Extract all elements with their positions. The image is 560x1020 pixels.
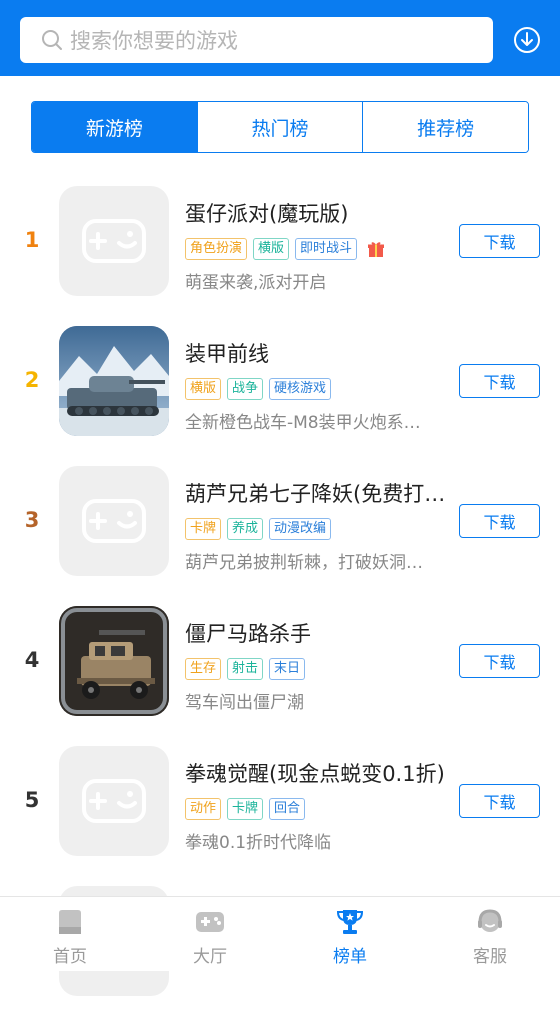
- game-tags: 动作 卡牌 回合: [185, 798, 306, 820]
- rank-number: 2: [24, 368, 40, 392]
- tag: 动漫改编: [269, 518, 332, 540]
- placeholder-gamepad-icon[interactable]: [59, 186, 169, 296]
- game-title[interactable]: 僵尸马路杀手: [185, 618, 450, 648]
- search-input[interactable]: 搜索你想要的游戏: [20, 17, 493, 63]
- tag: 养成: [227, 518, 264, 540]
- tag: 射击: [227, 658, 264, 680]
- game-description: 全新橙色战车-M8装甲火炮系统上线: [185, 413, 437, 433]
- tab-hot-games[interactable]: 热门榜: [197, 102, 364, 152]
- tank-game-icon[interactable]: [59, 326, 169, 436]
- bottom-navigation: 首页 大厅 榜单 客服: [0, 896, 560, 971]
- nav-rankings[interactable]: 榜单: [280, 897, 420, 971]
- trophy-icon: [335, 908, 365, 936]
- nav-label: 首页: [53, 947, 87, 967]
- game-description: 驾车闯出僵尸潮: [185, 693, 304, 713]
- nav-customer-service[interactable]: 客服: [420, 897, 560, 971]
- placeholder-gamepad-icon[interactable]: [59, 746, 169, 856]
- top-header: 搜索你想要的游戏: [0, 0, 560, 76]
- game-tags: 横版 战争 硬核游戏: [185, 378, 332, 400]
- game-description: 拳魂0.1折时代降临: [185, 833, 332, 853]
- nav-home[interactable]: 首页: [0, 897, 140, 971]
- customer-service-icon: [475, 908, 505, 936]
- tag: 硬核游戏: [269, 378, 332, 400]
- nav-label: 大厅: [193, 947, 227, 967]
- list-item[interactable]: 5 拳魂觉醒(现金点蜕变0.1折) 动作 卡牌 回合 拳魂0.1折时代降临 下载: [0, 740, 560, 880]
- nav-label: 客服: [473, 947, 507, 967]
- game-ranking-list: 1 蛋仔派对(魔玩版) 角色扮演 横版 即时战斗 萌蛋来袭,派对开启 下载 2: [0, 180, 560, 1020]
- rank-number: 4: [24, 648, 40, 672]
- list-item[interactable]: 3 葫芦兄弟七子降妖(免费打金版) 卡牌 养成 动漫改编 葫芦兄弟披荆斩棘，打破…: [0, 460, 560, 600]
- tag: 卡牌: [227, 798, 264, 820]
- tab-recommended[interactable]: 推荐榜: [363, 102, 528, 152]
- tag: 生存: [185, 658, 222, 680]
- armored-truck-game-icon[interactable]: [59, 606, 169, 716]
- download-button[interactable]: 下载: [459, 364, 540, 398]
- rank-number: 5: [24, 788, 40, 812]
- game-title[interactable]: 拳魂觉醒(现金点蜕变0.1折): [185, 758, 450, 788]
- tag: 回合: [269, 798, 306, 820]
- download-button[interactable]: 下载: [459, 644, 540, 678]
- game-description: 葫芦兄弟披荆斩棘，打破妖洞重围: [185, 553, 437, 573]
- tab-new-games[interactable]: 新游榜: [32, 102, 198, 152]
- search-icon: [40, 28, 64, 52]
- ranking-tabs: 新游榜 热门榜 推荐榜: [31, 101, 529, 153]
- list-item[interactable]: 1 蛋仔派对(魔玩版) 角色扮演 横版 即时战斗 萌蛋来袭,派对开启 下载: [0, 180, 560, 320]
- game-tags: 角色扮演 横版 即时战斗: [185, 238, 385, 260]
- gift-icon: [367, 240, 385, 258]
- rank-number: 1: [24, 228, 40, 252]
- list-item[interactable]: 4 僵尸马路杀手 生存 射击 末日 驾车闯出僵尸潮 下载: [0, 600, 560, 740]
- game-tags: 卡牌 养成 动漫改编: [185, 518, 332, 540]
- download-button[interactable]: 下载: [459, 504, 540, 538]
- game-description: 萌蛋来袭,派对开启: [185, 273, 327, 293]
- home-icon: [55, 908, 85, 936]
- rank-number: 3: [24, 508, 40, 532]
- game-title[interactable]: 蛋仔派对(魔玩版): [185, 198, 450, 228]
- tag: 角色扮演: [185, 238, 248, 260]
- list-item[interactable]: 2 装甲前线 横版 战争 硬核游戏 全新橙色战车-M8装甲火炮系统上线 下载: [0, 320, 560, 460]
- game-title[interactable]: 葫芦兄弟七子降妖(免费打金版): [185, 478, 450, 508]
- download-button[interactable]: 下载: [459, 224, 540, 258]
- game-tags: 生存 射击 末日: [185, 658, 306, 680]
- download-button[interactable]: 下载: [459, 784, 540, 818]
- tag: 动作: [185, 798, 222, 820]
- nav-label: 榜单: [333, 947, 367, 967]
- nav-hall[interactable]: 大厅: [140, 897, 280, 971]
- download-manager-icon[interactable]: [512, 25, 542, 55]
- game-title[interactable]: 装甲前线: [185, 338, 450, 368]
- game-hall-icon: [195, 908, 225, 936]
- tag: 横版: [253, 238, 290, 260]
- tag: 横版: [185, 378, 222, 400]
- tag: 战争: [227, 378, 264, 400]
- tag: 卡牌: [185, 518, 222, 540]
- tag: 末日: [269, 658, 306, 680]
- search-placeholder: 搜索你想要的游戏: [70, 29, 238, 53]
- placeholder-gamepad-icon[interactable]: [59, 466, 169, 576]
- tag: 即时战斗: [295, 238, 358, 260]
